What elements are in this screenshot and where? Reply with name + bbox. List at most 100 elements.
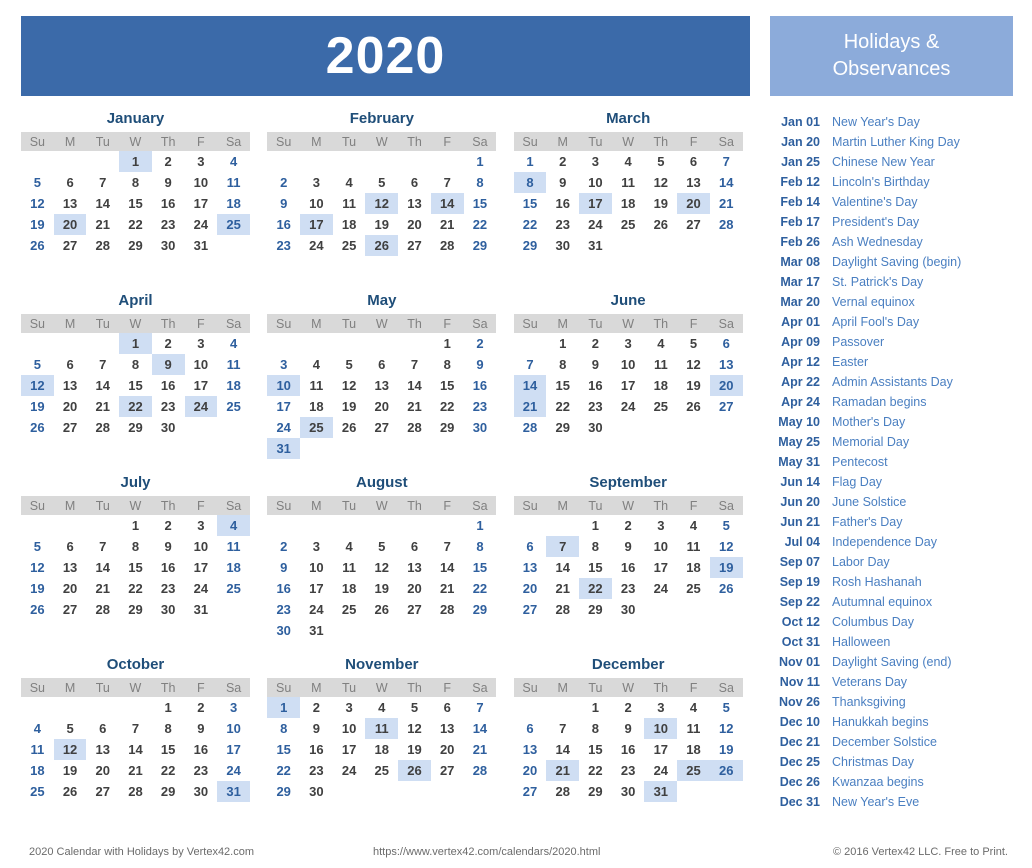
day-cell[interactable]: 6 xyxy=(54,536,87,557)
day-cell[interactable]: 11 xyxy=(333,557,366,578)
day-cell[interactable]: 23 xyxy=(152,214,185,235)
day-cell[interactable]: 26 xyxy=(365,599,398,620)
day-cell[interactable]: 17 xyxy=(644,557,677,578)
day-cell[interactable]: 12 xyxy=(644,172,677,193)
day-cell[interactable]: 8 xyxy=(464,536,497,557)
day-cell[interactable]: 18 xyxy=(21,760,54,781)
day-cell[interactable]: 20 xyxy=(398,214,431,235)
day-cell[interactable]: 17 xyxy=(217,739,250,760)
day-cell[interactable]: 14 xyxy=(431,557,464,578)
day-cell[interactable]: 24 xyxy=(579,214,612,235)
day-cell[interactable]: 25 xyxy=(217,396,250,417)
day-cell[interactable]: 29 xyxy=(119,417,152,438)
day-cell[interactable]: 17 xyxy=(185,193,218,214)
day-cell[interactable]: 6 xyxy=(677,151,710,172)
day-cell[interactable]: 4 xyxy=(217,333,250,354)
day-cell[interactable]: 22 xyxy=(119,578,152,599)
day-cell[interactable]: 30 xyxy=(612,599,645,620)
day-cell[interactable]: 6 xyxy=(514,536,547,557)
day-cell[interactable]: 3 xyxy=(267,354,300,375)
day-cell[interactable]: 4 xyxy=(217,151,250,172)
day-cell[interactable]: 18 xyxy=(300,396,333,417)
day-cell[interactable]: 27 xyxy=(398,599,431,620)
day-cell[interactable]: 7 xyxy=(464,697,497,718)
day-cell[interactable]: 18 xyxy=(217,375,250,396)
day-cell[interactable]: 23 xyxy=(546,214,579,235)
day-cell[interactable]: 31 xyxy=(217,781,250,802)
day-cell[interactable]: 11 xyxy=(365,718,399,739)
day-cell[interactable]: 26 xyxy=(21,235,54,256)
day-cell[interactable]: 9 xyxy=(152,172,185,193)
day-cell[interactable]: 23 xyxy=(267,599,300,620)
day-cell[interactable]: 16 xyxy=(579,375,612,396)
day-cell[interactable]: 13 xyxy=(677,172,710,193)
day-cell[interactable]: 10 xyxy=(300,557,333,578)
day-cell[interactable]: 18 xyxy=(677,739,710,760)
day-cell[interactable]: 1 xyxy=(267,697,301,718)
day-cell[interactable]: 5 xyxy=(677,333,710,354)
day-cell[interactable]: 5 xyxy=(644,151,677,172)
day-cell[interactable]: 2 xyxy=(300,697,333,718)
day-cell[interactable]: 1 xyxy=(152,697,185,718)
day-cell[interactable]: 28 xyxy=(514,417,547,438)
day-cell[interactable]: 21 xyxy=(398,396,431,417)
day-cell[interactable]: 30 xyxy=(612,781,645,802)
day-cell[interactable]: 16 xyxy=(464,375,497,396)
day-cell[interactable]: 18 xyxy=(644,375,677,396)
day-cell[interactable]: 9 xyxy=(464,354,497,375)
day-cell[interactable]: 24 xyxy=(185,214,218,235)
day-cell[interactable]: 25 xyxy=(333,599,366,620)
day-cell[interactable]: 13 xyxy=(398,557,431,578)
day-cell[interactable]: 2 xyxy=(185,697,218,718)
day-cell[interactable]: 4 xyxy=(333,536,366,557)
day-cell[interactable]: 13 xyxy=(710,354,743,375)
day-cell[interactable]: 25 xyxy=(612,214,645,235)
day-cell[interactable]: 13 xyxy=(431,718,464,739)
day-cell[interactable]: 15 xyxy=(546,375,579,396)
day-cell[interactable]: 9 xyxy=(267,557,300,578)
day-cell[interactable]: 3 xyxy=(612,333,645,354)
day-cell[interactable]: 3 xyxy=(185,151,218,172)
day-cell[interactable]: 2 xyxy=(546,151,579,172)
day-cell[interactable]: 24 xyxy=(184,396,218,417)
day-cell[interactable]: 1 xyxy=(119,515,152,536)
day-cell[interactable]: 9 xyxy=(267,193,300,214)
day-cell[interactable]: 5 xyxy=(21,172,54,193)
day-cell[interactable]: 10 xyxy=(300,193,333,214)
day-cell[interactable]: 8 xyxy=(546,354,579,375)
day-cell[interactable]: 2 xyxy=(152,515,185,536)
day-cell[interactable]: 25 xyxy=(677,760,710,781)
day-cell[interactable]: 3 xyxy=(217,697,250,718)
day-cell[interactable]: 1 xyxy=(431,333,464,354)
day-cell[interactable]: 12 xyxy=(21,375,54,396)
day-cell[interactable]: 9 xyxy=(546,172,579,193)
day-cell[interactable]: 12 xyxy=(21,557,54,578)
day-cell[interactable]: 21 xyxy=(86,396,119,417)
day-cell[interactable]: 28 xyxy=(464,760,497,781)
day-cell[interactable]: 16 xyxy=(267,578,300,599)
day-cell[interactable]: 22 xyxy=(579,760,612,781)
day-cell[interactable]: 21 xyxy=(513,396,547,417)
day-cell[interactable]: 14 xyxy=(86,557,119,578)
day-cell[interactable]: 3 xyxy=(644,515,677,536)
day-cell[interactable]: 3 xyxy=(333,697,366,718)
day-cell[interactable]: 13 xyxy=(514,739,547,760)
day-cell[interactable]: 21 xyxy=(710,193,743,214)
day-cell[interactable]: 1 xyxy=(514,151,547,172)
day-cell[interactable]: 13 xyxy=(398,193,431,214)
day-cell[interactable]: 28 xyxy=(86,235,119,256)
day-cell[interactable]: 16 xyxy=(152,557,185,578)
day-cell[interactable]: 11 xyxy=(217,172,250,193)
day-cell[interactable]: 20 xyxy=(86,760,119,781)
day-cell[interactable]: 27 xyxy=(431,760,464,781)
day-cell[interactable]: 19 xyxy=(365,578,398,599)
day-cell[interactable]: 17 xyxy=(185,375,218,396)
day-cell[interactable]: 22 xyxy=(464,578,497,599)
day-cell[interactable]: 7 xyxy=(86,354,119,375)
day-cell[interactable]: 22 xyxy=(119,396,152,417)
day-cell[interactable]: 11 xyxy=(677,536,710,557)
day-cell[interactable]: 29 xyxy=(152,781,185,802)
day-cell[interactable]: 6 xyxy=(398,172,431,193)
day-cell[interactable]: 9 xyxy=(612,536,645,557)
day-cell[interactable]: 29 xyxy=(431,417,464,438)
